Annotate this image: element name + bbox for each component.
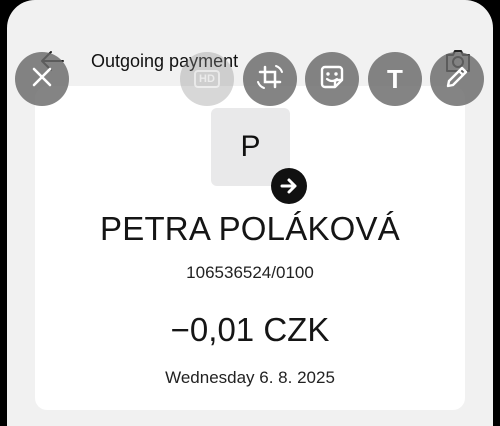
arrow-right-icon — [271, 168, 307, 204]
pencil-icon — [443, 63, 471, 96]
hd-quality-button[interactable]: HD — [180, 52, 234, 106]
sticker-button[interactable] — [305, 52, 359, 106]
draw-button[interactable] — [430, 52, 484, 106]
close-icon — [31, 66, 53, 93]
screen: Outgoing payment P PETRA POLÁKOVÁ 106536… — [0, 0, 500, 426]
sticker-icon — [317, 62, 347, 97]
payment-detail-card: P PETRA POLÁKOVÁ 106536524/0100 −0,01 CZ… — [35, 86, 465, 410]
recipient-name: PETRA POLÁKOVÁ — [100, 210, 400, 247]
crop-rotate-button[interactable] — [243, 52, 297, 106]
text-tool-label: T — [387, 63, 403, 94]
crop-rotate-icon — [255, 62, 285, 97]
close-button[interactable] — [15, 52, 69, 106]
add-text-button[interactable]: T — [368, 52, 422, 106]
payment-date: Wednesday 6. 8. 2025 — [165, 368, 335, 387]
avatar-initial: P — [240, 130, 261, 163]
account-number: 106536524/0100 — [186, 263, 314, 282]
hd-label: HD — [194, 70, 220, 88]
payment-amount: −0,01 CZK — [170, 311, 330, 348]
